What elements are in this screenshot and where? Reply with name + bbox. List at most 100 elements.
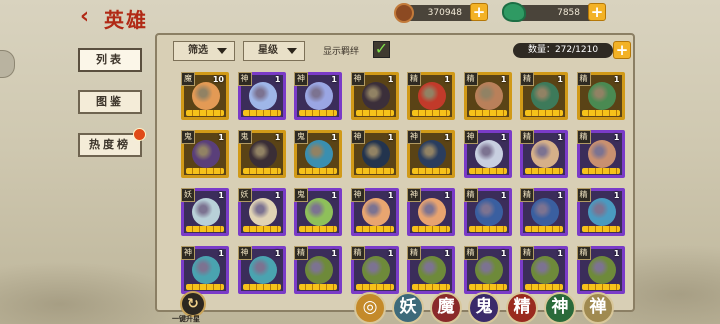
hero-portrait	[587, 140, 616, 168]
star-rating	[412, 284, 450, 290]
hero-level: 1	[613, 75, 620, 84]
star-label: 星级	[258, 45, 278, 56]
star-rating	[186, 110, 224, 116]
hero-card[interactable]: 鬼1	[294, 188, 342, 236]
tab-list[interactable]: 列表	[78, 48, 142, 72]
hero-level: 1	[613, 191, 620, 200]
faction-filter-chan[interactable]: 禅	[582, 292, 614, 324]
hero-card[interactable]: 精1	[576, 130, 625, 178]
hero-card[interactable]: 神1	[237, 72, 286, 120]
faction-filter-all[interactable]: ◎	[354, 292, 386, 324]
hero-portrait	[305, 82, 333, 110]
hero-level: 1	[444, 75, 450, 84]
hero-card[interactable]: 鬼1	[237, 130, 286, 178]
hero-level: 1	[218, 249, 224, 258]
hero-type-badge: 精	[407, 246, 421, 260]
hero-card[interactable]: 神1	[294, 72, 342, 120]
hero-type-badge: 神	[237, 72, 252, 86]
expand-capacity-button[interactable]: +	[613, 41, 631, 59]
add-jade-button[interactable]: +	[588, 3, 606, 21]
side-drawer-handle[interactable]	[0, 50, 15, 78]
hero-card[interactable]: 神1	[181, 246, 229, 294]
hero-type-badge: 神	[237, 246, 252, 260]
hero-card[interactable]: 精1	[520, 188, 568, 236]
star-rating	[412, 110, 450, 116]
chevron-down-icon	[217, 48, 227, 54]
hero-card[interactable]: 精1	[576, 72, 625, 120]
back-button[interactable]: ‹	[80, 6, 100, 28]
hero-type-badge: 精	[520, 72, 534, 86]
hero-portrait	[587, 256, 616, 284]
star-rating	[299, 168, 337, 174]
hero-portrait	[305, 198, 333, 226]
tab-popularity[interactable]: 热度榜	[78, 128, 146, 157]
hero-card[interactable]: 精1	[407, 246, 455, 294]
faction-filter-gui[interactable]: 鬼	[468, 292, 500, 324]
star-dropdown[interactable]: 星级	[243, 41, 305, 61]
hero-type-badge: 鬼	[294, 130, 308, 144]
hero-card[interactable]: 神1	[237, 246, 286, 294]
hero-card[interactable]: 精1	[520, 72, 568, 120]
hero-type-badge: 精	[576, 246, 591, 260]
hero-list-panel: 筛选 星级 显示羁绊 ✓ 数量：272/1210 + 魔 10 神 1 神 1 神 1 精 1 精 1…	[155, 33, 635, 312]
hero-portrait	[361, 198, 390, 226]
star-rating	[468, 110, 507, 116]
star-rating	[355, 284, 394, 290]
hero-level: 1	[500, 133, 507, 142]
hero-card[interactable]: 神1	[350, 72, 399, 120]
tab-popularity-label: 热度榜	[89, 138, 131, 151]
add-gold-button[interactable]: +	[470, 3, 488, 21]
hero-card[interactable]: 妖1	[181, 188, 229, 236]
faction-filter-shen[interactable]: 神	[544, 292, 576, 324]
star-rating	[412, 168, 450, 174]
filter-dropdown[interactable]: 筛选	[173, 41, 235, 61]
hero-card[interactable]: 精1	[520, 130, 568, 178]
star-rating	[299, 284, 337, 290]
hero-portrait	[192, 82, 220, 110]
hero-card[interactable]: 精1	[463, 188, 512, 236]
hero-level: 1	[557, 249, 563, 258]
hero-card[interactable]: 精1	[350, 246, 399, 294]
hero-level: 1	[557, 75, 563, 84]
hero-level: 1	[218, 191, 224, 200]
hero-card[interactable]: 精1	[294, 246, 342, 294]
hero-card[interactable]: 精1	[576, 188, 625, 236]
hero-card[interactable]: 鬼1	[294, 130, 342, 178]
hero-card[interactable]: 神1	[350, 130, 399, 178]
hero-card[interactable]: 神1	[463, 130, 512, 178]
hero-card[interactable]: 神1	[407, 188, 455, 236]
hero-card[interactable]: 精1	[576, 246, 625, 294]
show-bond-checkbox[interactable]: ✓	[373, 41, 390, 58]
star-rating	[355, 110, 394, 116]
hero-card[interactable]: 精1	[463, 72, 512, 120]
faction-filter-mo[interactable]: 魔	[430, 292, 462, 324]
star-rating	[299, 226, 337, 232]
hero-portrait	[248, 256, 277, 284]
star-rating	[525, 110, 563, 116]
jade-value: 7858	[557, 8, 580, 18]
faction-filter-yao[interactable]: 妖	[392, 292, 424, 324]
star-rating	[581, 284, 620, 290]
hero-card[interactable]: 精1	[463, 246, 512, 294]
hero-level: 1	[387, 133, 394, 142]
star-rating	[242, 168, 281, 174]
hero-card[interactable]: 魔 10	[181, 72, 229, 120]
hero-card[interactable]: 精1	[520, 246, 568, 294]
hero-level: 1	[218, 133, 224, 142]
hero-level: 1	[274, 191, 281, 200]
hero-card[interactable]: 精1	[407, 72, 455, 120]
hero-card[interactable]: 妖1	[237, 188, 286, 236]
hero-card[interactable]: 鬼1	[181, 130, 229, 178]
tab-codex[interactable]: 图鉴	[78, 90, 142, 114]
hero-level: 1	[444, 249, 450, 258]
hero-level: 1	[331, 75, 337, 84]
hero-card[interactable]: 神1	[350, 188, 399, 236]
hero-level: 1	[500, 75, 507, 84]
faction-filter-jing[interactable]: 精	[506, 292, 538, 324]
hero-card[interactable]: 神1	[407, 130, 455, 178]
hero-level: 10	[212, 75, 224, 84]
hero-portrait	[474, 140, 503, 168]
hero-type-badge: 神	[407, 188, 421, 202]
star-rating	[468, 226, 507, 232]
hero-type-badge: 精	[463, 72, 478, 86]
